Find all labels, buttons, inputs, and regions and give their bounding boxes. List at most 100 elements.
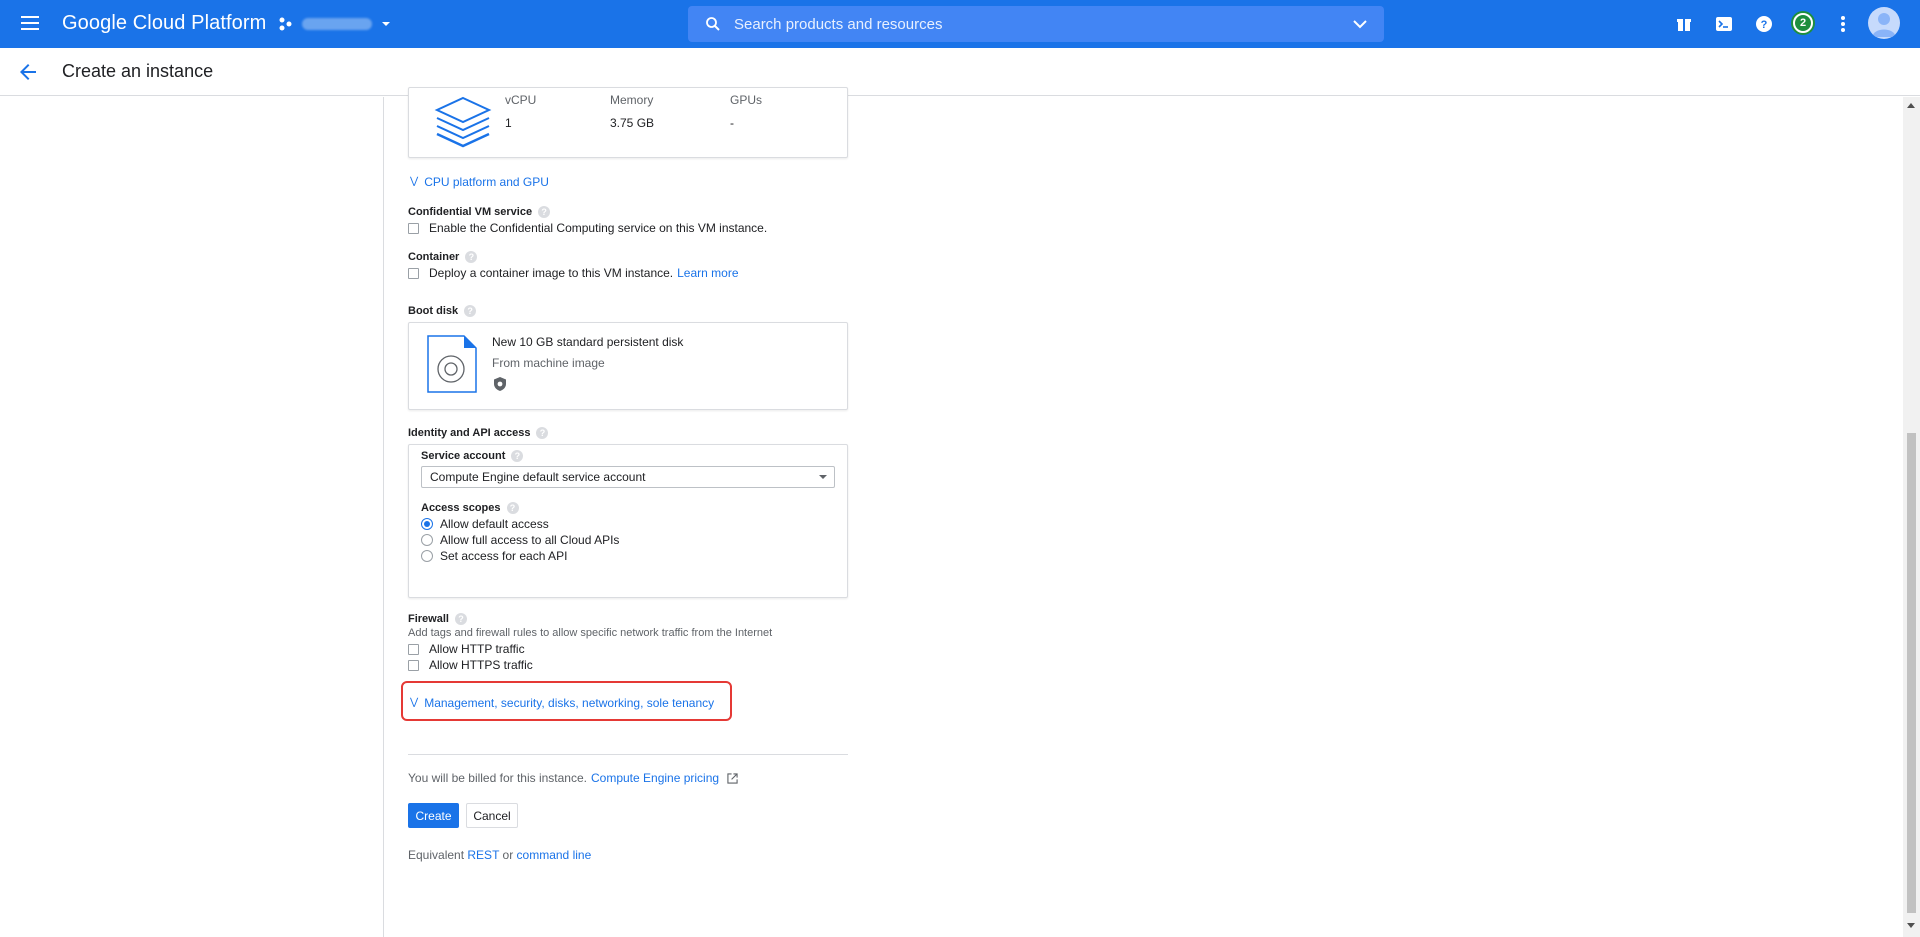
container-heading: Container? [408, 251, 478, 264]
allow-https-option[interactable]: Allow HTTPS traffic [408, 658, 533, 672]
help-icon[interactable]: ? [511, 450, 524, 463]
allow-https-checkbox[interactable] [408, 659, 419, 671]
cpu-platform-expander[interactable]: ⋁ CPU platform and GPU [410, 175, 549, 189]
help-icon[interactable]: ? [465, 251, 478, 264]
container-option[interactable]: Deploy a container image to this VM inst… [408, 266, 739, 280]
identity-card: Service account? Compute Engine default … [408, 444, 848, 598]
allow-https-label: Allow HTTPS traffic [429, 658, 533, 672]
confidential-vm-heading: Confidential VM service? [408, 206, 551, 219]
search-icon [706, 17, 720, 31]
notifications-badge[interactable]: 2 [1791, 11, 1815, 35]
cancel-button[interactable]: Cancel [466, 803, 518, 828]
gpus-header: GPUs [730, 93, 763, 107]
allow-http-label: Allow HTTP traffic [429, 642, 525, 656]
back-arrow-icon[interactable] [16, 60, 40, 84]
billing-notice: You will be billed for this instance. Co… [408, 771, 738, 785]
help-icon[interactable]: ? [506, 502, 519, 515]
scroll-up-icon[interactable] [1907, 103, 1915, 108]
identity-label: Identity and API access [408, 427, 531, 439]
top-app-bar: Google Cloud Platform ? 2 [0, 0, 1920, 48]
identity-heading: Identity and API access? [408, 427, 549, 440]
scope-radio-default[interactable] [421, 518, 433, 530]
pricing-link[interactable]: Compute Engine pricing [591, 771, 719, 785]
container-checkbox[interactable] [408, 267, 419, 279]
boot-disk-card: New 10 GB standard persistent disk From … [408, 322, 848, 410]
confidential-vm-checkbox[interactable] [408, 222, 419, 234]
page-scrollbar[interactable] [1903, 97, 1920, 937]
more-vert-icon[interactable] [1831, 12, 1855, 36]
scope-label-full: Allow full access to all Cloud APIs [440, 533, 620, 547]
equivalent-prefix: Equivalent [408, 848, 465, 862]
project-name-redacted [302, 18, 372, 30]
command-line-link[interactable]: command line [517, 848, 592, 862]
scope-option-each[interactable]: Set access for each API [421, 549, 567, 563]
equivalent-line: Equivalent REST or command line [408, 848, 591, 862]
machine-stack-icon [434, 96, 492, 148]
learn-more-link[interactable]: Learn more [677, 266, 738, 280]
machine-summary-card: vCPU Memory GPUs 1 3.75 GB - [408, 87, 848, 158]
boot-disk-subtitle: From machine image [492, 356, 605, 370]
external-link-icon[interactable] [727, 772, 738, 784]
scope-radio-full[interactable] [421, 534, 433, 546]
help-icon[interactable]: ? [538, 206, 551, 219]
divider [408, 754, 848, 755]
billing-text: You will be billed for this instance. [408, 771, 587, 785]
scope-radio-each[interactable] [421, 550, 433, 562]
help-icon[interactable]: ? [454, 613, 467, 626]
access-scopes-heading: Access scopes? [421, 502, 519, 515]
cpu-platform-label: CPU platform and GPU [424, 175, 549, 189]
firewall-description: Add tags and firewall rules to allow spe… [408, 627, 773, 639]
boot-disk-label: Boot disk [408, 305, 459, 317]
create-button[interactable]: Create [408, 803, 459, 828]
scope-option-full[interactable]: Allow full access to all Cloud APIs [421, 533, 619, 547]
allow-http-option[interactable]: Allow HTTP traffic [408, 642, 525, 656]
rest-link[interactable]: REST [467, 848, 499, 862]
expand-search-icon[interactable] [1352, 16, 1368, 32]
cloud-shell-icon[interactable] [1712, 12, 1736, 36]
account-avatar[interactable] [1868, 7, 1900, 39]
boot-disk-title: New 10 GB standard persistent disk [492, 335, 684, 349]
scope-option-default[interactable]: Allow default access [421, 517, 549, 531]
search-input[interactable] [734, 15, 1334, 33]
help-icon[interactable]: ? [536, 427, 549, 440]
firewall-heading: Firewall? [408, 613, 467, 626]
page-title: Create an instance [62, 61, 214, 81]
boot-disk-heading: Boot disk? [408, 305, 477, 318]
search-bar[interactable] [688, 6, 1384, 42]
service-account-heading: Service account? [421, 450, 524, 463]
container-checkbox-label: Deploy a container image to this VM inst… [429, 266, 674, 280]
gift-icon[interactable] [1672, 12, 1696, 36]
help-icon[interactable]: ? [1752, 12, 1776, 36]
equivalent-or: or [502, 848, 514, 862]
service-account-select[interactable]: Compute Engine default service account [421, 466, 835, 488]
confidential-vm-checkbox-label: Enable the Confidential Computing servic… [429, 221, 768, 235]
vcpu-value: 1 [505, 116, 512, 130]
notification-count: 2 [1795, 15, 1811, 31]
scope-label-each: Set access for each API [440, 549, 568, 563]
left-rail [0, 97, 384, 937]
access-scopes-label: Access scopes [421, 502, 501, 514]
memory-header: Memory [610, 93, 654, 107]
container-label: Container [408, 251, 460, 263]
scroll-thumb[interactable] [1907, 433, 1916, 913]
svg-text:?: ? [1761, 19, 1768, 31]
vcpu-header: vCPU [505, 93, 537, 107]
confidential-vm-label: Confidential VM service [408, 206, 533, 218]
page-header: Create an instance [0, 48, 1920, 96]
confidential-vm-option[interactable]: Enable the Confidential Computing servic… [408, 221, 767, 235]
product-name[interactable]: Google Cloud Platform [62, 12, 266, 35]
service-account-value: Compute Engine default service account [430, 470, 646, 484]
project-selector[interactable] [278, 12, 392, 36]
project-icon [279, 17, 292, 31]
hamburger-menu-icon[interactable] [18, 12, 42, 36]
memory-value: 3.75 GB [610, 116, 655, 130]
scroll-down-icon[interactable] [1907, 923, 1915, 928]
scope-label-default: Allow default access [440, 517, 549, 531]
help-icon[interactable]: ? [464, 305, 477, 318]
firewall-label: Firewall [408, 613, 449, 625]
dropdown-caret-icon [819, 475, 827, 479]
allow-http-checkbox[interactable] [408, 643, 419, 655]
disk-icon [427, 335, 477, 393]
gpus-value: - [730, 116, 734, 130]
chevron-down-icon [382, 22, 390, 26]
